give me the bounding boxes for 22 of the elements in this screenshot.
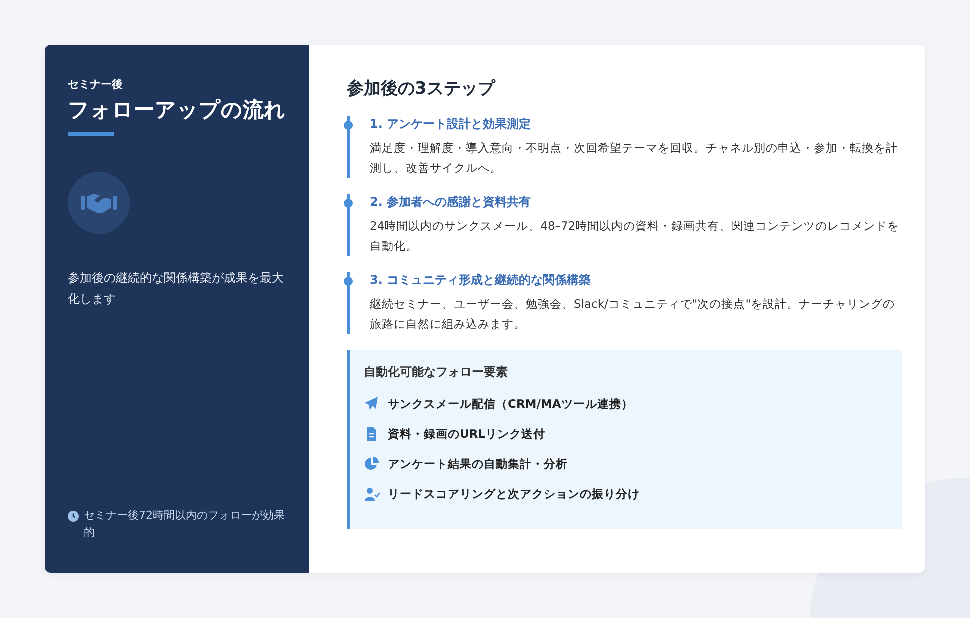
step-title: 2. 参加者への感謝と資料共有 bbox=[370, 194, 532, 212]
sidebar-note: セミナー後72時間以内のフォローが効果的 bbox=[84, 508, 286, 540]
section-heading: 参加後の3ステップ bbox=[347, 78, 497, 100]
automation-item: 資料・録画のURLリンク送付 bbox=[388, 426, 546, 442]
handshake-icon bbox=[81, 191, 117, 216]
step-title: 3. コミュニティ形成と継続的な関係構築 bbox=[370, 272, 592, 290]
sidebar-description: 参加後の継続的な関係構築が成果を最大化します bbox=[68, 270, 285, 308]
pie-chart-icon bbox=[364, 456, 380, 472]
step-description: 満足度・理解度・導入意向・不明点・次回希望テーマを回収。チャネル別の申込・参加・転換を計測し、改善サイクルへ。 bbox=[370, 140, 899, 177]
sidebar-eyebrow: セミナー後 bbox=[68, 77, 124, 92]
automation-item: サンクスメール配信（CRM/MAツール連携） bbox=[388, 396, 634, 412]
step-description: 24時間以内のサンクスメール、48–72時間以内の資料・録画共有、関連コンテンツのレコメンドを自動化。 bbox=[370, 218, 901, 255]
step-description: 継続セミナー、ユーザー会、勉強会、Slack/コミュニティで"次の接点"を設計。ナーチャリングの旅路に自然に組み込みます。 bbox=[370, 296, 896, 333]
accent-bar bbox=[68, 132, 114, 136]
step-title: 1. アンケート設計と効果測定 bbox=[370, 116, 532, 133]
sidebar-title: フォローアップの流れ bbox=[68, 97, 286, 124]
automation-title: 自動化可能なフォロー要素 bbox=[364, 364, 509, 382]
automation-item: リードスコアリングと次アクションの振り分け bbox=[388, 486, 640, 502]
user-check-icon bbox=[364, 486, 380, 502]
automation-item: アンケート結果の自動集計・分析 bbox=[388, 456, 568, 472]
paper-plane-icon bbox=[364, 396, 380, 412]
clock-icon bbox=[68, 511, 79, 522]
